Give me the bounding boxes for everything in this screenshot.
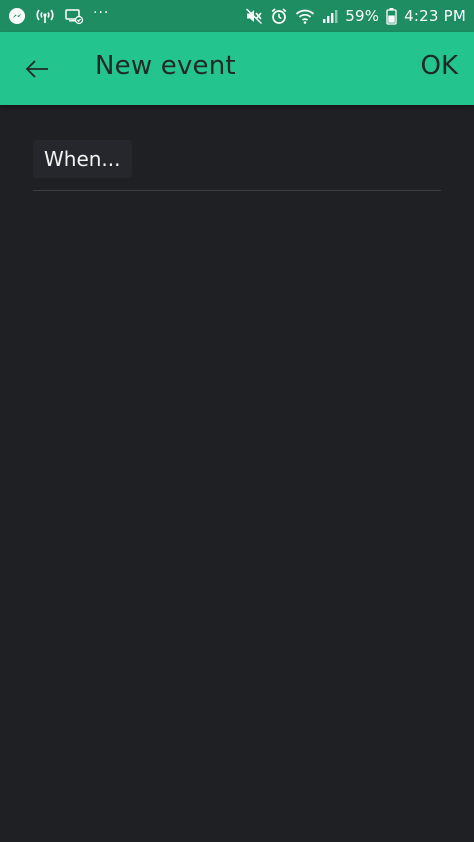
messenger-icon <box>8 7 26 25</box>
back-arrow-icon[interactable] <box>22 54 52 84</box>
wifi-icon <box>295 7 315 25</box>
signal-icon <box>322 7 338 25</box>
page-title: New event <box>95 51 236 81</box>
mute-icon <box>245 7 263 25</box>
more-notifications-indicator: ··· <box>93 5 110 21</box>
alarm-icon <box>270 7 288 25</box>
when-button[interactable]: When... <box>33 140 132 178</box>
status-left-icons: ··· <box>8 5 110 25</box>
status-right-icons: 59% 4:23 PM <box>245 7 466 25</box>
when-condition-row: When... <box>33 140 441 191</box>
app-bar: New event OK <box>0 32 474 105</box>
ok-button[interactable]: OK <box>420 51 458 81</box>
status-bar: ··· 59% 4:23 PM <box>0 0 474 32</box>
clock-time: 4:23 PM <box>404 7 466 25</box>
hotspot-icon <box>35 7 55 25</box>
battery-icon <box>386 7 397 25</box>
screen-cast-icon <box>64 7 84 25</box>
battery-percent: 59% <box>345 7 380 25</box>
